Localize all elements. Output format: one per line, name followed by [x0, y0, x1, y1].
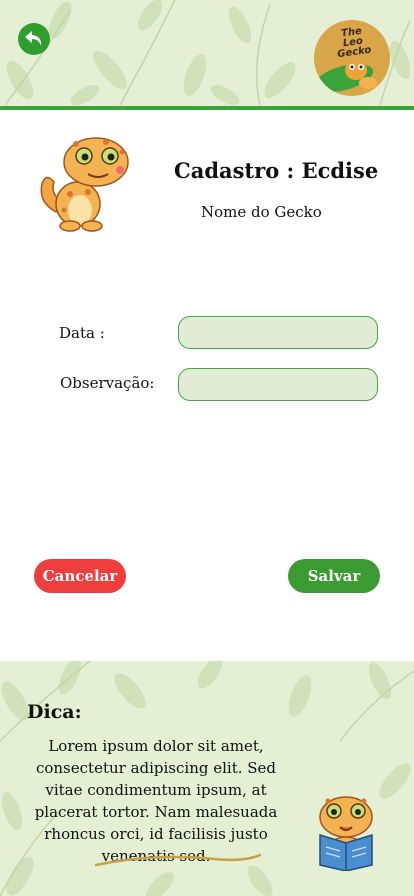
notes-label: Observação: — [60, 374, 155, 392]
back-arrow-icon — [25, 31, 42, 46]
save-button[interactable]: Salvar — [288, 559, 380, 593]
tip-panel: Dica: Lorem ipsum dolor sit amet, consec… — [0, 661, 414, 896]
date-input[interactable] — [178, 316, 378, 349]
gecko-mascot-image — [40, 137, 129, 232]
logo-text: The Leo Gecko — [336, 25, 372, 61]
notes-input[interactable] — [178, 368, 378, 401]
cancel-button[interactable]: Cancelar — [34, 559, 126, 593]
app-logo: The Leo Gecko — [314, 20, 390, 96]
reading-gecko-image — [319, 796, 373, 871]
back-button[interactable] — [18, 23, 50, 55]
tip-heading: Dica: — [27, 701, 82, 723]
tip-text: Lorem ipsum dolor sit amet, consectetur … — [34, 737, 278, 865]
header-divider — [0, 106, 414, 110]
gecko-name-label: Nome do Gecko — [201, 203, 322, 221]
date-label: Data : — [59, 324, 105, 342]
decorative-underline — [94, 853, 262, 867]
header-banner: The Leo Gecko — [0, 0, 414, 106]
page-title: Cadastro : Ecdise — [174, 158, 379, 183]
